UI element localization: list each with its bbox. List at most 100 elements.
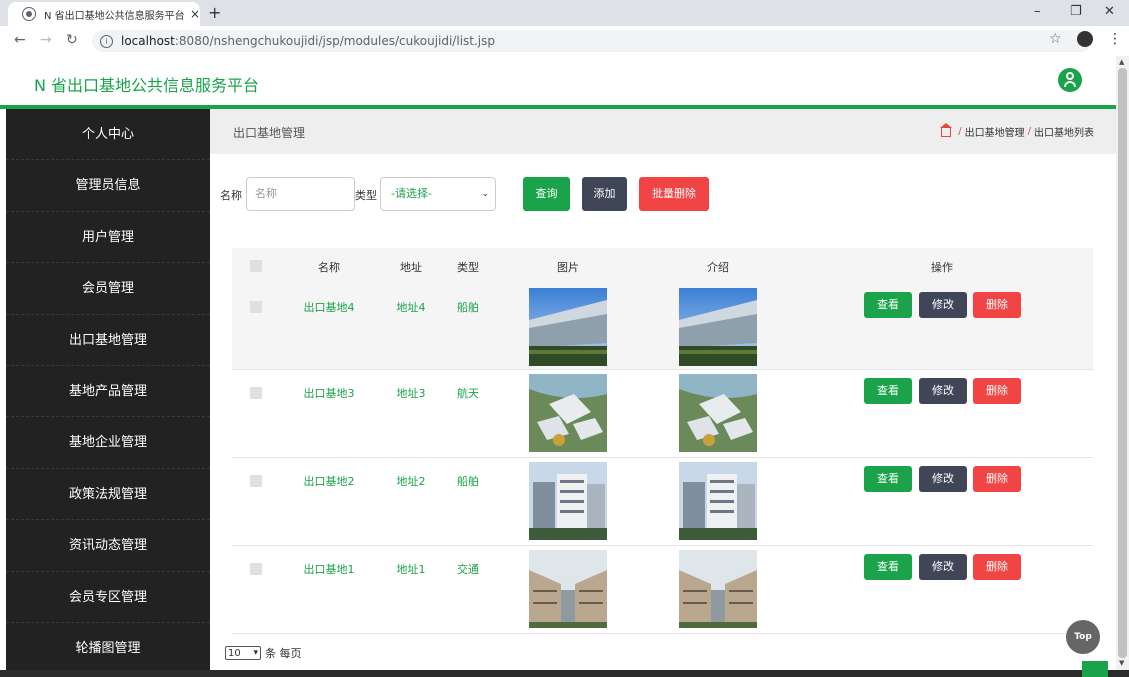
- table-row: 出口基地4 地址4 船舶 查看 修改 删除: [232, 284, 1093, 370]
- tab-close-icon[interactable]: ×: [190, 7, 200, 21]
- row-name: 出口基地3: [303, 387, 355, 400]
- row-intro-image: [679, 374, 757, 452]
- export-base-table: 名称 地址 类型 图片 介绍 操作 出口基地4 地址4 船舶 查看 修改 删除 …: [232, 248, 1093, 634]
- view-button[interactable]: 查看: [864, 554, 912, 580]
- forward-arrow-icon[interactable]: →: [40, 32, 52, 48]
- row-name: 出口基地1: [303, 563, 355, 576]
- row-intro-image: [679, 550, 757, 628]
- back-to-top-button[interactable]: Top: [1066, 620, 1100, 654]
- row-intro-image: [679, 288, 757, 366]
- col-type: 类型: [457, 261, 479, 274]
- edit-button[interactable]: 修改: [919, 554, 967, 580]
- kebab-menu-icon[interactable]: ⋮: [1108, 31, 1122, 47]
- table-header: 名称 地址 类型 图片 介绍 操作: [232, 248, 1093, 284]
- type-label: 类型: [355, 189, 377, 202]
- edit-button[interactable]: 修改: [919, 292, 967, 318]
- breadcrumb-bar: 出口基地管理 / 出口基地管理 / 出口基地列表: [210, 109, 1116, 154]
- page-scrollbar[interactable]: ▲ ▼: [1116, 56, 1129, 670]
- breadcrumb: / 出口基地管理 / 出口基地列表: [940, 122, 1094, 139]
- pagination: 10 条 每页: [225, 645, 302, 661]
- new-tab-icon[interactable]: +: [208, 3, 221, 22]
- delete-button[interactable]: 删除: [973, 292, 1021, 318]
- scroll-up-icon[interactable]: ▲: [1119, 58, 1124, 66]
- col-actions: 操作: [931, 261, 953, 274]
- reload-icon[interactable]: ↻: [66, 32, 78, 48]
- scroll-thumb[interactable]: [1118, 68, 1127, 658]
- edit-button[interactable]: 修改: [919, 466, 967, 492]
- sidebar-item-user-management[interactable]: 用户管理: [6, 212, 210, 264]
- row-checkbox[interactable]: [250, 563, 262, 575]
- back-arrow-icon[interactable]: ←: [14, 32, 26, 48]
- address-bar: ← → ↻ i localhost:8080/nshengchukoujidi/…: [0, 26, 1129, 57]
- row-checkbox[interactable]: [250, 301, 262, 313]
- breadcrumb-level2: 出口基地列表: [1034, 128, 1094, 139]
- user-icon[interactable]: [1058, 68, 1082, 92]
- delete-button[interactable]: 删除: [973, 554, 1021, 580]
- browser-tab-strip: N 省出口基地公共信息服务平台 × + – ❐ ✕: [0, 0, 1129, 26]
- sidebar-item-base-enterprise-management[interactable]: 基地企业管理: [6, 417, 210, 469]
- delete-button[interactable]: 删除: [973, 466, 1021, 492]
- row-address: 地址3: [396, 387, 426, 400]
- row-image: [529, 550, 607, 628]
- browser-tab[interactable]: N 省出口基地公共信息服务平台 ×: [8, 2, 200, 26]
- table-row: 出口基地1 地址1 交通 查看 修改 删除: [232, 546, 1093, 634]
- sidebar-item-member-management[interactable]: 会员管理: [6, 263, 210, 315]
- page-title: 出口基地管理: [233, 126, 306, 140]
- col-image: 图片: [557, 261, 579, 274]
- url-text: localhost:8080/nshengchukoujidi/jsp/modu…: [121, 34, 495, 48]
- batch-delete-button[interactable]: 批量删除: [639, 177, 709, 211]
- table-row: 出口基地2 地址2 船舶 查看 修改 删除: [232, 458, 1093, 546]
- sidebar-item-carousel-management[interactable]: 轮播图管理: [6, 623, 210, 675]
- type-select[interactable]: -请选择- ⌄: [380, 177, 496, 211]
- sidebar-item-news-management[interactable]: 资讯动态管理: [6, 520, 210, 572]
- row-name: 出口基地4: [303, 301, 355, 314]
- col-name: 名称: [318, 261, 340, 274]
- window-close-icon[interactable]: ✕: [1104, 4, 1115, 19]
- sidebar-nav: 个人中心 管理员信息 用户管理 会员管理 出口基地管理 基地产品管理 基地企业管…: [6, 109, 210, 675]
- minimize-icon[interactable]: –: [1034, 4, 1041, 19]
- row-address: 地址2: [396, 475, 426, 488]
- query-button[interactable]: 查询: [523, 177, 570, 211]
- row-type: 船舶: [457, 301, 479, 314]
- add-button[interactable]: 添加: [582, 177, 627, 211]
- os-taskbar: [0, 670, 1129, 677]
- search-form: 名称 名称 类型 -请选择- ⌄ 查询 添加 批量删除: [220, 177, 720, 211]
- edit-button[interactable]: 修改: [919, 378, 967, 404]
- sidebar-item-personal-center[interactable]: 个人中心: [6, 109, 210, 161]
- name-label: 名称: [220, 189, 242, 202]
- view-button[interactable]: 查看: [864, 292, 912, 318]
- name-search-input[interactable]: 名称: [246, 177, 355, 211]
- row-type: 航天: [457, 387, 479, 400]
- row-intro-image: [679, 462, 757, 540]
- row-type: 交通: [457, 563, 479, 576]
- chevron-down-icon: ⌄: [481, 189, 489, 199]
- breadcrumb-level1[interactable]: 出口基地管理: [965, 124, 1025, 139]
- row-image: [529, 462, 607, 540]
- sidebar-item-policy-management[interactable]: 政策法规管理: [6, 469, 210, 521]
- delete-button[interactable]: 删除: [973, 378, 1021, 404]
- view-button[interactable]: 查看: [864, 378, 912, 404]
- account-icon[interactable]: [1077, 31, 1093, 47]
- taskbar-app-icon[interactable]: [1082, 661, 1108, 677]
- url-omnibox[interactable]: i localhost:8080/nshengchukoujidi/jsp/mo…: [92, 30, 1092, 52]
- row-address: 地址4: [396, 301, 426, 314]
- row-image: [529, 374, 607, 452]
- page-size-select[interactable]: 10: [225, 646, 261, 660]
- home-icon[interactable]: [940, 122, 953, 137]
- sidebar-item-export-base-management[interactable]: 出口基地管理: [6, 315, 210, 366]
- bookmark-star-icon[interactable]: ☆: [1049, 31, 1062, 47]
- select-all-checkbox[interactable]: [250, 260, 262, 272]
- col-address: 地址: [400, 261, 422, 274]
- info-icon[interactable]: i: [100, 34, 113, 48]
- maximize-icon[interactable]: ❐: [1070, 4, 1082, 19]
- row-checkbox[interactable]: [250, 475, 262, 487]
- scroll-down-icon[interactable]: ▼: [1119, 659, 1124, 667]
- col-intro: 介绍: [707, 261, 729, 274]
- row-checkbox[interactable]: [250, 387, 262, 399]
- sidebar-item-admin-info[interactable]: 管理员信息: [6, 160, 210, 212]
- sidebar-item-member-zone-management[interactable]: 会员专区管理: [6, 572, 210, 623]
- table-row: 出口基地3 地址3 航天 查看 修改 删除: [232, 370, 1093, 458]
- sidebar-item-base-product-management[interactable]: 基地产品管理: [6, 366, 210, 418]
- view-button[interactable]: 查看: [864, 466, 912, 492]
- row-type: 船舶: [457, 475, 479, 488]
